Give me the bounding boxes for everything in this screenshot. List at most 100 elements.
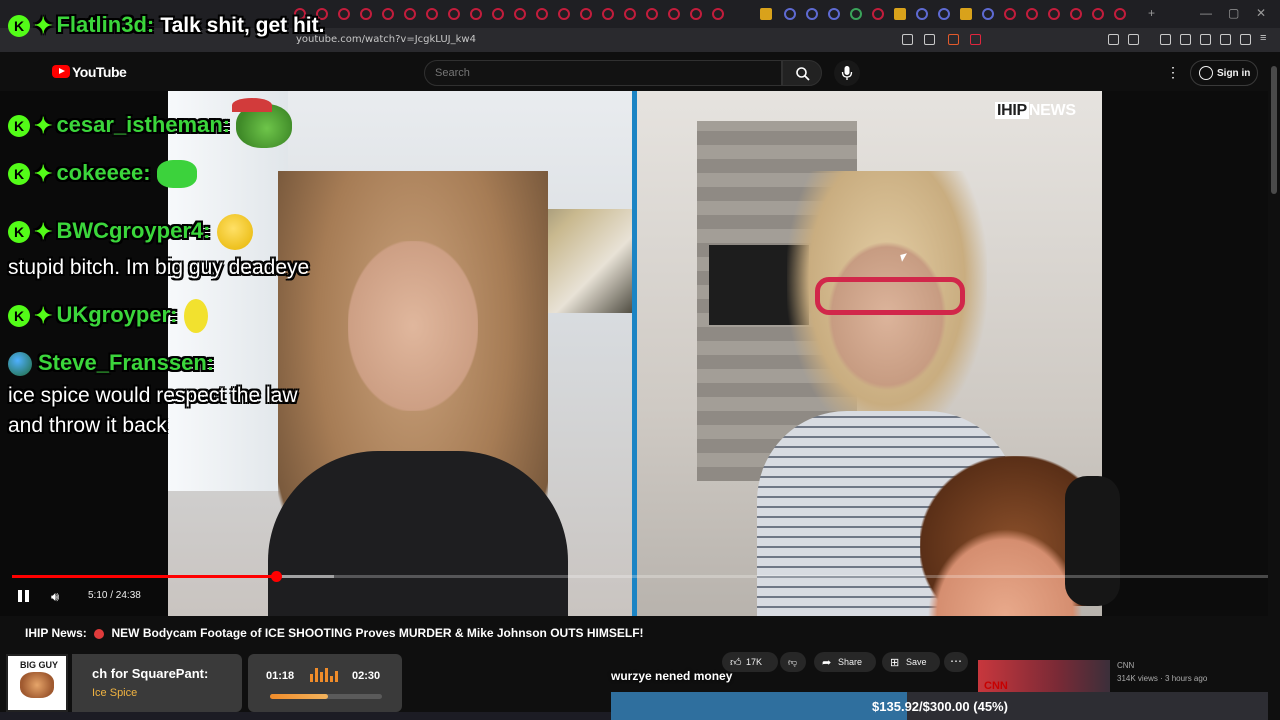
screenshot-icon[interactable] xyxy=(902,34,913,45)
maximize-icon[interactable]: ▢ xyxy=(1228,6,1239,20)
chat-message: K ✦ cokeeee: xyxy=(8,160,197,189)
tab-favicon[interactable] xyxy=(712,8,724,20)
time-display: 5:10 / 24:38 xyxy=(88,590,141,601)
voice-search-button[interactable] xyxy=(834,60,860,86)
pause-button[interactable] xyxy=(18,590,30,602)
song-artist: Ice Spice xyxy=(92,687,138,699)
sign-in-button[interactable]: Sign in xyxy=(1190,60,1258,86)
youtube-wordmark[interactable]: YouTube xyxy=(72,64,127,80)
page-scrollbar[interactable] xyxy=(1268,52,1280,720)
tab-favicon[interactable] xyxy=(536,8,548,20)
tab-favicon[interactable] xyxy=(404,8,416,20)
dislike-button[interactable]: 👎︎ xyxy=(780,652,806,672)
chat-username: UKgroyper: xyxy=(56,301,178,327)
tab-favicon[interactable] xyxy=(492,8,504,20)
tab-favicon[interactable] xyxy=(916,8,928,20)
brave-rewards-icon[interactable] xyxy=(970,34,981,45)
song-progress-bar xyxy=(270,694,382,699)
youtube-logo-icon[interactable] xyxy=(52,65,70,78)
tab-favicon[interactable] xyxy=(938,8,950,20)
share-page-icon[interactable] xyxy=(924,34,935,45)
tab-favicon[interactable] xyxy=(580,8,592,20)
progress-played xyxy=(12,575,276,578)
tab-favicon[interactable] xyxy=(470,8,482,20)
leo-icon[interactable] xyxy=(1220,34,1231,45)
tab-favicon[interactable] xyxy=(646,8,658,20)
tab-favicon[interactable] xyxy=(448,8,460,20)
vpn-icon[interactable] xyxy=(1240,34,1251,45)
tab-favicon[interactable] xyxy=(806,8,818,20)
media-icon[interactable] xyxy=(1160,34,1171,45)
tab-favicon[interactable] xyxy=(360,8,372,20)
chat-text: ice spice would respect the law xyxy=(8,384,298,407)
menu-icon[interactable]: ≡ xyxy=(1260,32,1271,44)
album-art-text: BIG GUY xyxy=(19,660,58,670)
more-actions-button[interactable]: ⋯ xyxy=(944,652,968,672)
wallet-icon[interactable] xyxy=(1200,34,1211,45)
tab-favicon[interactable] xyxy=(1114,8,1126,20)
tab-favicon[interactable] xyxy=(602,8,614,20)
progress-scrubber[interactable] xyxy=(270,571,282,582)
chat-text-line: ice spice would respect the law xyxy=(8,382,297,408)
sidebar-icon[interactable] xyxy=(1180,34,1191,45)
tab-favicon[interactable] xyxy=(690,8,702,20)
sub-star-icon: ✦ xyxy=(34,161,53,187)
tab-favicon[interactable] xyxy=(1048,8,1060,20)
equalizer-icon xyxy=(310,668,340,682)
video-progress-bar[interactable] xyxy=(12,571,1268,582)
chat-message: K ✦ UKgroyper: xyxy=(8,299,208,333)
chat-username: Steve_Franssen: xyxy=(38,350,215,375)
chat-text-line: and throw it back xyxy=(8,412,167,438)
yellow-face-emote-icon xyxy=(216,214,253,250)
related-meta: 314K views · 3 hours ago xyxy=(1117,674,1208,683)
share-icon: ➦ xyxy=(822,657,832,669)
save-button[interactable]: ⊞ Save xyxy=(882,652,940,672)
youtube-header: YouTube ⋮ Sign in xyxy=(0,52,1280,92)
now-playing-widget: BIG GUY ch for SquarePant: Ice Spice 01:… xyxy=(4,654,402,712)
close-window-icon[interactable]: ✕ xyxy=(1256,6,1266,20)
tab-favicon[interactable] xyxy=(1026,8,1038,20)
kick-badge-icon: K xyxy=(8,163,30,186)
tab-favicon[interactable] xyxy=(872,8,884,20)
tab-favicon[interactable] xyxy=(514,8,526,20)
tab-favicon[interactable] xyxy=(894,8,906,20)
chat-text: and throw it back xyxy=(8,414,167,437)
tab-favicon[interactable] xyxy=(960,8,972,20)
save-label: Save xyxy=(906,657,927,667)
search-button[interactable] xyxy=(782,60,822,86)
tab-favicon[interactable] xyxy=(828,8,840,20)
tab-favicon[interactable] xyxy=(338,8,350,20)
related-channel[interactable]: CNN xyxy=(1117,661,1134,670)
tab-favicon[interactable] xyxy=(382,8,394,20)
host-left-body xyxy=(268,451,568,616)
tab-favicon[interactable] xyxy=(760,8,772,20)
album-art: BIG GUY xyxy=(6,654,68,712)
brave-shield-icon[interactable] xyxy=(948,34,959,45)
share-label: Share xyxy=(838,657,863,667)
volume-icon[interactable]: 🔊︎ xyxy=(51,589,59,605)
minimize-icon[interactable]: — xyxy=(1200,6,1212,20)
guest-face xyxy=(827,241,947,391)
account-icon xyxy=(1199,66,1213,80)
share-button[interactable]: ➦ Share xyxy=(814,652,876,672)
ihip-news-watermark: IHIP NEWS xyxy=(995,102,1076,119)
tab-favicon[interactable] xyxy=(982,8,994,20)
more-vert-icon[interactable]: ⋮ xyxy=(1166,64,1180,81)
tab-favicon[interactable] xyxy=(426,8,438,20)
tab-favicon[interactable] xyxy=(668,8,680,20)
search-input[interactable] xyxy=(435,67,735,79)
tab-favicon[interactable] xyxy=(1004,8,1016,20)
extension-icon[interactable] xyxy=(1128,34,1139,45)
tab-favicon[interactable] xyxy=(1070,8,1082,20)
search-box[interactable] xyxy=(424,60,782,86)
tab-favicon[interactable] xyxy=(558,8,570,20)
extension-icon[interactable] xyxy=(1108,34,1119,45)
new-tab-icon[interactable]: + xyxy=(1148,6,1155,20)
song-info: ch for SquarePant: Ice Spice xyxy=(72,654,242,712)
chat-message: K ✦ BWCgroyper4: xyxy=(8,214,253,250)
tab-favicon[interactable] xyxy=(624,8,636,20)
tab-favicon[interactable] xyxy=(850,8,862,20)
tab-favicon[interactable] xyxy=(1092,8,1104,20)
scrollbar-thumb[interactable] xyxy=(1271,66,1277,194)
tab-favicon[interactable] xyxy=(784,8,796,20)
